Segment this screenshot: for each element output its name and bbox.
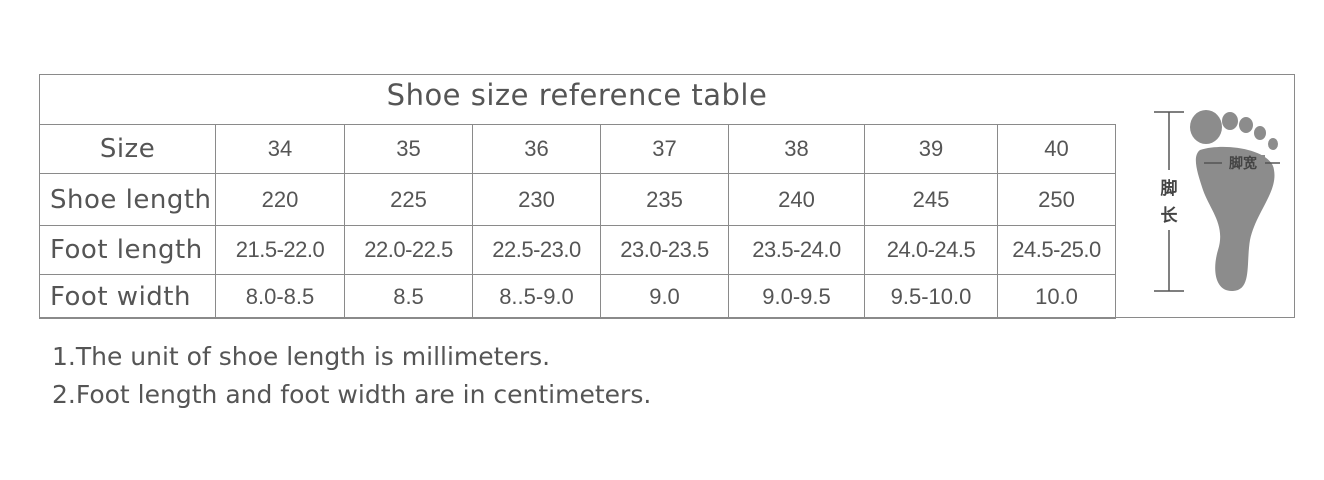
table-cell: 9.0: [600, 274, 729, 319]
row-label-shoe-length: Shoe length: [39, 173, 216, 226]
table-cell: 8.0-8.5: [215, 274, 345, 319]
table-cell: 9.5-10.0: [864, 274, 998, 319]
table-cell: 9.0-9.5: [728, 274, 865, 319]
table-cell: 24.5-25.0: [997, 225, 1116, 275]
table-cell: 23.5-24.0: [728, 225, 865, 275]
table-row-foot-length: Foot length 21.5-22.0 22.0-22.5 22.5-23.…: [39, 225, 1116, 275]
row-label-foot-length: Foot length: [39, 225, 216, 275]
foot-length-marker: 脚 长: [1154, 111, 1184, 292]
note-foot-units: 2.Foot length and foot width are in cent…: [52, 380, 652, 409]
table-title: Shoe size reference table: [386, 78, 768, 112]
size-table: Size 34 35 36 37 38 39 40 Shoe length 22…: [39, 124, 1116, 319]
table-cell: 220: [215, 173, 345, 226]
table-cell: 37: [600, 124, 729, 174]
table-cell: 10.0: [997, 274, 1116, 319]
row-label-foot-width: Foot width: [39, 274, 216, 319]
table-cell: 35: [344, 124, 473, 174]
table-cell: 21.5-22.0: [215, 225, 345, 275]
table-cell: 250: [997, 173, 1116, 226]
table-cell: 225: [344, 173, 473, 226]
table-cell: 245: [864, 173, 998, 226]
table-row-size: Size 34 35 36 37 38 39 40: [39, 124, 1116, 174]
row-label-size: Size: [39, 124, 216, 174]
table-cell: 38: [728, 124, 865, 174]
table-cell: 40: [997, 124, 1116, 174]
table-cell: 230: [472, 173, 601, 226]
table-row-foot-width: Foot width 8.0-8.5 8.5 8..5-9.0 9.0 9.0-…: [39, 274, 1116, 319]
table-cell: 22.0-22.5: [344, 225, 473, 275]
table-cell: 23.0-23.5: [600, 225, 729, 275]
foot-icon: [1190, 110, 1278, 292]
foot-measurement-diagram: 脚宽 脚 长: [1154, 110, 1280, 292]
notes: 1.The unit of shoe length is millimeters…: [52, 338, 651, 414]
table-row-shoe-length: Shoe length 220 225 230 235 240 245 250: [39, 173, 1116, 226]
table-cell: 8..5-9.0: [472, 274, 601, 319]
table-cell: 8.5: [344, 274, 473, 319]
foot-length-label-part-1: 脚: [1161, 178, 1178, 199]
foot-length-label-part-2: 长: [1161, 205, 1179, 226]
table-cell: 24.0-24.5: [864, 225, 998, 275]
table-cell: 34: [215, 124, 345, 174]
table-cell: 240: [728, 173, 865, 226]
note-shoe-length-unit: 1.The unit of shoe length is millimeters…: [52, 342, 551, 371]
table-cell: 235: [600, 173, 729, 226]
table-cell: 22.5-23.0: [472, 225, 601, 275]
table-cell: 39: [864, 124, 998, 174]
table-cell: 36: [472, 124, 601, 174]
foot-width-label: 脚宽: [1229, 155, 1257, 172]
